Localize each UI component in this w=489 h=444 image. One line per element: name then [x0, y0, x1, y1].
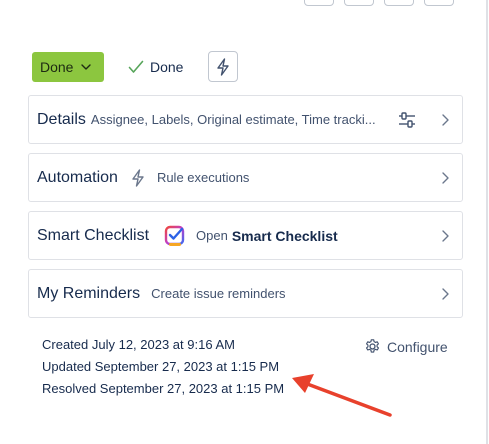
- annotation-arrow: [292, 374, 392, 417]
